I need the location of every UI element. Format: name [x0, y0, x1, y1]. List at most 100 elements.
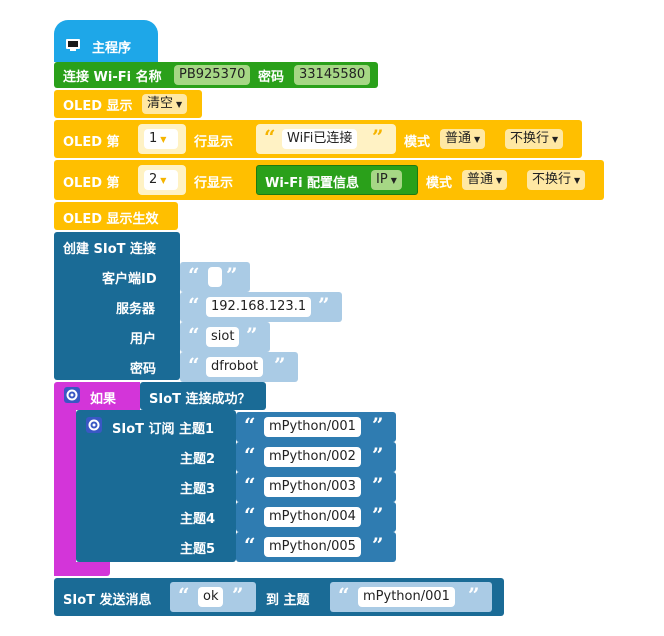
send-topic-slot[interactable]: “ mPython/001 ”: [330, 582, 492, 612]
open-quote-icon: “: [188, 293, 200, 317]
siot-user-label: 用户: [130, 332, 157, 347]
open-quote-icon: “: [264, 125, 276, 149]
chevron-down-icon: ▼: [474, 135, 481, 144]
subscribe-topic5-slot[interactable]: “ mPython/005 ”: [236, 532, 396, 562]
oled-line1-text[interactable]: WiFi已连接: [282, 129, 358, 149]
wifi-ssid-field[interactable]: PB925370: [174, 65, 251, 85]
siot-server-label: 服务器: [116, 302, 156, 317]
monitor-icon: [66, 39, 80, 51]
send-topic-field[interactable]: mPython/001: [358, 587, 455, 607]
subscribe-topic2-slot[interactable]: “ mPython/002 ”: [236, 442, 396, 472]
oled-show-label: OLED 显示生效: [63, 212, 159, 227]
if-label: 如果: [90, 392, 117, 407]
send-message-field[interactable]: ok: [198, 587, 224, 607]
oled-line1-wrap-dropdown[interactable]: 不换行 ▼: [505, 129, 564, 149]
open-quote-icon: “: [188, 353, 200, 377]
subscribe-topic4-field[interactable]: mPython/004: [264, 507, 361, 527]
chevron-down-icon: ▼: [160, 176, 167, 185]
oled-line2-label: OLED 第: [63, 176, 120, 191]
oled-line1-text-slot[interactable]: “ WiFi已连接 ”: [256, 124, 396, 154]
send-label: SIoT 发送消息: [63, 593, 152, 608]
open-quote-icon: “: [244, 443, 256, 467]
open-quote-icon: “: [244, 473, 256, 497]
oled-line1-label: OLED 第: [63, 135, 120, 150]
oled-line1-number[interactable]: 1 ▼: [144, 129, 178, 149]
subscribe-topic3-field[interactable]: mPython/003: [264, 477, 361, 497]
oled-show-block[interactable]: OLED 显示生效: [54, 202, 178, 230]
close-quote-icon: ”: [232, 583, 244, 607]
siot-connect-block[interactable]: 创建 SIoT 连接 客户端ID 服务器 用户 密码: [54, 232, 180, 380]
oled-line1-row-label: 行显示: [194, 135, 234, 150]
oled-line2-block[interactable]: OLED 第 2 ▼ 行显示 Wi-Fi 配置信息 IP ▼ 模式 普通 ▼ 不换行 ▼: [54, 160, 604, 200]
open-quote-icon: “: [244, 413, 256, 437]
oled-line2-wrap-dropdown[interactable]: 不换行 ▼: [527, 170, 586, 190]
subscribe-label: SIoT 订阅 主题1: [112, 422, 215, 437]
siot-password-label: 密码: [130, 362, 157, 377]
oled-clear-block[interactable]: OLED 显示 清空 ▼: [54, 90, 202, 118]
chevron-down-icon: ▼: [574, 176, 581, 185]
chevron-down-icon: ▼: [390, 176, 397, 185]
oled-line2-row-label: 行显示: [194, 176, 234, 191]
close-quote-icon: ”: [372, 473, 384, 497]
chevron-down-icon: ▼: [552, 135, 559, 144]
gear-icon[interactable]: [64, 387, 80, 403]
siot-password-field[interactable]: dfrobot: [206, 357, 264, 377]
oled-line2-mode-label: 模式: [426, 176, 453, 191]
subscribe-topic5-label: 主题5: [180, 542, 216, 557]
gear-icon[interactable]: [86, 417, 102, 433]
if-condition-label: SIoT 连接成功？: [149, 392, 251, 407]
send-to-topic-label: 到 主题: [266, 593, 310, 608]
close-quote-icon: ”: [274, 353, 286, 377]
open-quote-icon: “: [188, 323, 200, 347]
oled-clear-dropdown[interactable]: 清空 ▼: [142, 94, 188, 114]
close-quote-icon: ”: [372, 443, 384, 467]
oled-line1-block[interactable]: OLED 第 1 ▼ 行显示 “ WiFi已连接 ” 模式 普通 ▼ 不换行 ▼: [54, 120, 582, 158]
wifi-connect-block[interactable]: 连接 Wi-Fi 名称 PB925370 密码 33145580: [54, 62, 378, 88]
close-quote-icon: ”: [468, 583, 480, 607]
subscribe-topic4-slot[interactable]: “ mPython/004 ”: [236, 502, 396, 532]
siot-server-field[interactable]: 192.168.123.1: [206, 297, 312, 317]
oled-line1-number-slot[interactable]: 1 ▼: [138, 124, 186, 154]
close-quote-icon: ”: [318, 293, 330, 317]
siot-client-label: 客户端ID: [102, 272, 157, 287]
oled-line1-mode-dropdown[interactable]: 普通 ▼: [440, 129, 486, 149]
open-quote-icon: “: [338, 583, 350, 607]
subscribe-topic1-slot[interactable]: “ mPython/001 ”: [236, 412, 396, 442]
open-quote-icon: “: [244, 503, 256, 527]
siot-server-slot[interactable]: “ 192.168.123.1 ”: [180, 292, 342, 322]
chevron-down-icon: ▼: [496, 176, 503, 185]
siot-client-slot[interactable]: “ ”: [180, 262, 250, 292]
wifi-info-block[interactable]: Wi-Fi 配置信息 IP ▼: [256, 165, 418, 195]
subscribe-topic3-label: 主题3: [180, 482, 216, 497]
open-quote-icon: “: [178, 583, 190, 607]
siot-client-field[interactable]: [208, 267, 222, 287]
chevron-down-icon: ▼: [176, 100, 183, 109]
subscribe-topic2-field[interactable]: mPython/002: [264, 447, 361, 467]
siot-password-slot[interactable]: “ dfrobot ”: [180, 352, 298, 382]
open-quote-icon: “: [188, 263, 200, 287]
send-message-slot[interactable]: “ ok ”: [170, 582, 256, 612]
subscribe-topic5-field[interactable]: mPython/005: [264, 537, 361, 557]
subscribe-topic3-slot[interactable]: “ mPython/003 ”: [236, 472, 396, 502]
wifi-info-label: Wi-Fi 配置信息: [265, 176, 360, 191]
main-program-label: 主程序: [92, 41, 132, 56]
siot-send-block[interactable]: SIoT 发送消息 “ ok ” 到 主题 “ mPython/001 ”: [54, 578, 504, 616]
wifi-password-field[interactable]: 33145580: [294, 65, 371, 85]
siot-subscribe-block[interactable]: SIoT 订阅 主题1 主题2 主题3 主题4 主题5: [76, 410, 236, 562]
main-program-hat[interactable]: 主程序: [54, 20, 158, 62]
close-quote-icon: ”: [372, 413, 384, 437]
subscribe-topic1-field[interactable]: mPython/001: [264, 417, 361, 437]
if-block[interactable]: 如果: [54, 382, 140, 410]
siot-user-slot[interactable]: “ siot ”: [180, 322, 270, 352]
if-condition-block[interactable]: SIoT 连接成功？: [140, 382, 266, 410]
close-quote-icon: ”: [226, 263, 238, 287]
wifi-info-dropdown[interactable]: IP ▼: [371, 170, 402, 190]
oled-line2-mode-dropdown[interactable]: 普通 ▼: [462, 170, 508, 190]
oled-clear-option: 清空: [147, 96, 174, 111]
oled-line2-number[interactable]: 2 ▼: [144, 170, 178, 190]
chevron-down-icon: ▼: [160, 135, 167, 144]
open-quote-icon: “: [244, 533, 256, 557]
close-quote-icon: ”: [372, 503, 384, 527]
siot-user-field[interactable]: siot: [206, 327, 240, 347]
oled-line2-number-slot[interactable]: 2 ▼: [138, 165, 186, 195]
